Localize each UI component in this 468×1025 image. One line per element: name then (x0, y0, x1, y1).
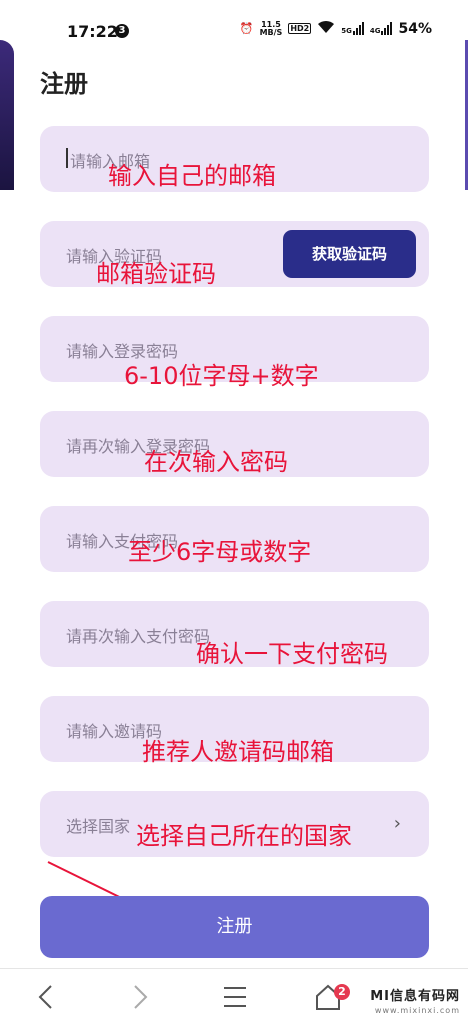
forward-icon[interactable] (130, 983, 150, 1018)
watermark: MI信息有码网 www.mixinxi.com (370, 989, 460, 1016)
annotation-confirm-login-password: 在次输入密码 (144, 448, 288, 476)
chevron-right-icon: › (393, 813, 401, 834)
menu-icon[interactable] (222, 983, 248, 1018)
annotation-pay-password: 至少6字母或数字 (128, 538, 312, 566)
home-badge: 2 (334, 984, 350, 1000)
annotation-confirm-pay-password: 确认一下支付密码 (196, 640, 388, 668)
back-icon[interactable] (36, 983, 56, 1018)
notification-count-badge: 3 (115, 24, 129, 38)
alarm-icon: ⏰ (239, 22, 254, 35)
cell-signal-4g: 4G (370, 22, 393, 35)
net-speed: 11.5 MB/S (259, 19, 283, 37)
annotation-code: 邮箱验证码 (96, 260, 216, 288)
page-title: 注册 (40, 70, 88, 98)
country-placeholder: 选择国家 (66, 817, 131, 836)
background-decoration (0, 40, 14, 190)
wifi-icon (317, 20, 335, 37)
get-code-button[interactable]: 获取验证码 (283, 230, 416, 278)
status-bar: 17:22 3 ⏰ 11.5 MB/S HD2 5G 4G 54% (0, 0, 468, 62)
battery-level: 54% (398, 20, 432, 37)
annotation-invite-code: 推荐人邀请码邮箱 (142, 738, 334, 766)
annotation-login-password: 6-10位字母+数字 (124, 362, 319, 390)
cell-signal-5g: 5G (341, 22, 364, 35)
status-icons: ⏰ 11.5 MB/S HD2 5G 4G 54% (240, 20, 432, 37)
hd-icon: HD2 (288, 23, 312, 34)
confirm-pay-password-placeholder: 请再次输入支付密码 (66, 627, 211, 646)
annotation-email: 输入自己的邮箱 (108, 162, 276, 190)
clock: 17:22 (67, 22, 118, 41)
annotation-country: 选择自己所在的国家 (136, 822, 352, 850)
text-caret (66, 148, 68, 168)
register-submit-button[interactable]: 注册 (40, 896, 429, 958)
